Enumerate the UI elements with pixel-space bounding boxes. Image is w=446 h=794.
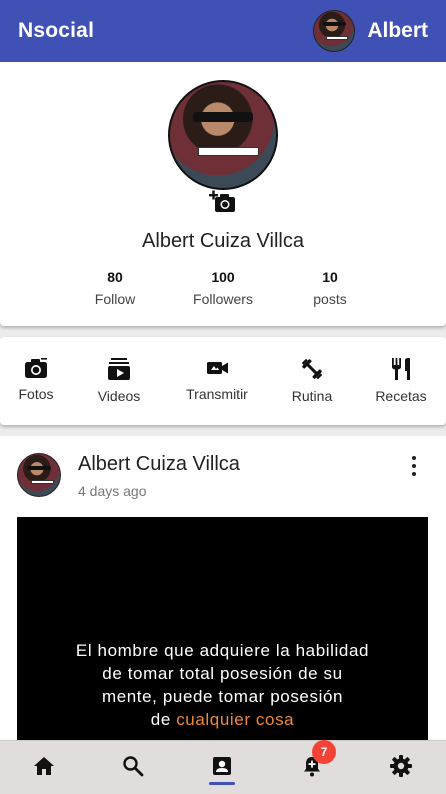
account-box-icon: [213, 757, 231, 775]
quote-line: de tomar total posesión de su: [102, 664, 343, 683]
dot: [412, 472, 416, 476]
stat-value: 80: [107, 269, 123, 285]
action-fotos[interactable]: Fotos: [14, 357, 58, 402]
quote-prefix: de: [150, 710, 177, 729]
quote-line: mente, puede tomar posesión: [101, 687, 344, 706]
action-label: Rutina: [291, 388, 333, 404]
stat-followers[interactable]: 100 Followers: [168, 269, 278, 307]
profile-name: Albert Cuiza Villca: [142, 230, 304, 252]
search-icon: [123, 756, 144, 777]
nav-settings[interactable]: [389, 754, 413, 778]
camera-icon: [25, 358, 47, 378]
nav-home[interactable]: [32, 754, 56, 778]
action-label: Fotos: [18, 386, 54, 402]
dot: [412, 456, 416, 460]
action-recetas[interactable]: Recetas: [372, 357, 430, 404]
profile-card: Albert Cuiza Villca 80 Follow 100 Follow…: [0, 62, 446, 326]
action-label: Videos: [97, 388, 141, 404]
add-photo-button[interactable]: [209, 190, 237, 214]
post-author-avatar[interactable]: [17, 453, 61, 497]
post-timestamp: 4 days ago: [78, 483, 147, 499]
profile-picture[interactable]: [168, 80, 278, 190]
action-label: Recetas: [375, 388, 427, 404]
nav-profile[interactable]: [210, 754, 234, 778]
post-author[interactable]: Albert Cuiza Villca: [78, 453, 240, 476]
more-options-button[interactable]: [406, 454, 422, 478]
video-camera-icon: [207, 362, 228, 374]
settings-icon: [390, 755, 412, 777]
user-chip[interactable]: Albert: [313, 10, 428, 52]
nav-search[interactable]: [121, 754, 145, 778]
action-label: Transmitir: [186, 386, 248, 402]
stat-value: 10: [322, 269, 338, 285]
add-a-photo-icon: [209, 190, 235, 212]
restaurant-icon: [392, 358, 410, 380]
action-videos[interactable]: Videos: [94, 357, 144, 404]
stat-label: Followers: [193, 291, 253, 307]
notification-badge: 7: [312, 740, 336, 764]
video-library-icon: [108, 358, 130, 380]
home-icon: [34, 757, 54, 775]
quote-line: El hombre que adquiere la habilidad: [75, 641, 370, 660]
user-name[interactable]: Albert: [367, 19, 428, 43]
stat-value: 100: [211, 269, 235, 285]
dumbbell-icon: [301, 358, 323, 380]
actions-card: Fotos Videos Transmitir Rutina Recetas: [0, 337, 446, 425]
quote-highlight: cualquier cosa: [176, 710, 295, 729]
avatar[interactable]: [313, 10, 356, 52]
action-transmitir[interactable]: Transmitir: [180, 357, 254, 402]
stat-label: posts: [313, 291, 347, 307]
app-bar: Nsocial Albert: [0, 0, 446, 62]
bottom-navigation: 7: [0, 740, 446, 794]
active-tab-indicator: [209, 782, 235, 785]
quote-line: de cualquier cosa: [17, 708, 428, 731]
dot: [412, 464, 416, 468]
stat-posts[interactable]: 10 posts: [275, 269, 385, 307]
brand-title[interactable]: Nsocial: [18, 19, 94, 43]
stat-follow[interactable]: 80 Follow: [60, 269, 170, 307]
post-quote: El hombre que adquiere la habilidad de t…: [17, 639, 428, 731]
action-rutina[interactable]: Rutina: [288, 357, 336, 404]
stat-label: Follow: [94, 291, 136, 307]
